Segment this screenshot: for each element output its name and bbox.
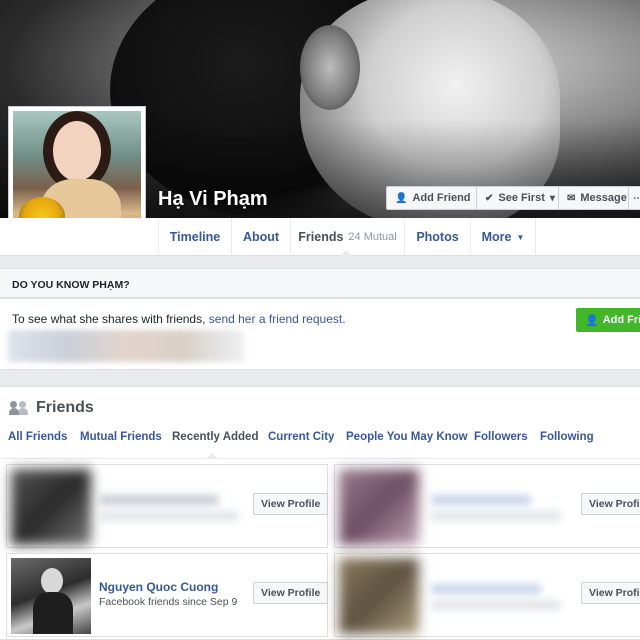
tab-more-label: More (481, 230, 512, 244)
do-you-know-message: To see what she shares with friends, (12, 312, 206, 326)
friend-card: Nguyen Quoc Cuong Facebook friends since… (6, 553, 329, 637)
tab-followers[interactable]: Followers (474, 431, 528, 443)
add-person-icon: 👤 (585, 314, 599, 327)
blurred-subtitle (431, 600, 561, 610)
message-button[interactable]: ✉ Message (558, 186, 636, 210)
caret-down-icon: ▼ (516, 232, 525, 242)
tab-friends-label: Friends (298, 230, 344, 244)
friend-photo[interactable] (339, 558, 419, 634)
add-friend-label: Add Friend (412, 192, 471, 204)
friends-section-title: Friends (9, 399, 94, 417)
message-icon: ✉ (567, 192, 576, 204)
friend-photo[interactable] (11, 558, 91, 634)
friend-photo-body (33, 592, 73, 634)
view-profile-button[interactable]: View Profile (581, 493, 640, 515)
view-profile-button[interactable]: View Profile (253, 582, 329, 604)
profile-picture-head (53, 121, 101, 181)
view-profile-button[interactable]: View Profile (253, 493, 329, 515)
do-you-know-heading: DO YOU KNOW PHẠM? (0, 268, 640, 298)
tab-recently-added[interactable]: Recently Added (172, 431, 258, 443)
tab-all-friends[interactable]: All Friends (8, 431, 67, 443)
friend-card: View Profile (334, 464, 640, 548)
friend-photo-head (41, 568, 63, 594)
active-tab-pointer (340, 250, 352, 256)
blurred-subtitle (431, 511, 561, 521)
blurred-subtitle (99, 511, 239, 521)
tab-about[interactable]: About (231, 218, 290, 256)
blurred-name (99, 495, 219, 505)
friend-card: View Profile (334, 553, 640, 637)
tab-people-you-may-know[interactable]: People You May Know (346, 431, 468, 443)
friend-name[interactable]: Nguyen Quoc Cuong (99, 580, 218, 594)
blurred-mutual-friends (8, 330, 244, 362)
tab-timeline-label: Timeline (169, 230, 221, 244)
dots-icon: ⋯ (633, 192, 640, 204)
friend-card: View Profile (6, 464, 329, 548)
do-you-know-text: To see what she shares with friends, sen… (12, 312, 346, 326)
caret-down-icon: ▾ (549, 192, 555, 204)
friend-since: Facebook friends since Sep 9 (99, 596, 238, 608)
message-label: Message (580, 192, 627, 204)
see-first-label: See First (498, 192, 545, 204)
friend-photo[interactable] (339, 469, 419, 545)
friends-title-label: Friends (36, 399, 94, 416)
blurred-name (431, 495, 531, 505)
friend-photo[interactable] (11, 469, 91, 545)
profile-name[interactable]: Hạ Vi Phạm (158, 188, 268, 211)
add-friend-button[interactable]: 👤 Add Friend (386, 186, 480, 210)
tab-friends-mutual: 24 Mutual (348, 231, 397, 243)
tab-mutual-friends[interactable]: Mutual Friends (80, 431, 162, 443)
active-friends-tab-pointer (206, 453, 218, 459)
tab-photos-label: Photos (416, 230, 459, 244)
tab-about-label: About (242, 230, 280, 244)
tabs-divider (0, 458, 640, 459)
add-person-icon: 👤 (395, 192, 408, 204)
check-icon: ✔ (485, 192, 494, 204)
add-friend-green-button[interactable]: 👤 Add Friend (576, 308, 640, 332)
more-options-button[interactable]: ⋯ (628, 186, 640, 210)
blurred-name (431, 584, 541, 594)
friends-icon (9, 401, 28, 415)
tab-current-city[interactable]: Current City (268, 431, 334, 443)
send-friend-request-link[interactable]: send her a friend request. (209, 312, 346, 326)
tab-photos[interactable]: Photos (404, 218, 470, 256)
profile-nav: Timeline About Friends 24 Mutual Photos … (0, 218, 640, 256)
tab-timeline[interactable]: Timeline (158, 218, 231, 256)
view-profile-button[interactable]: View Profile (581, 582, 640, 604)
see-first-button[interactable]: ✔ See First ▾ (476, 186, 564, 210)
cover-ear (300, 25, 360, 110)
add-friend-green-label: Add Friend (602, 314, 640, 326)
tab-following[interactable]: Following (540, 431, 594, 443)
tab-more[interactable]: More ▼ (470, 218, 536, 256)
